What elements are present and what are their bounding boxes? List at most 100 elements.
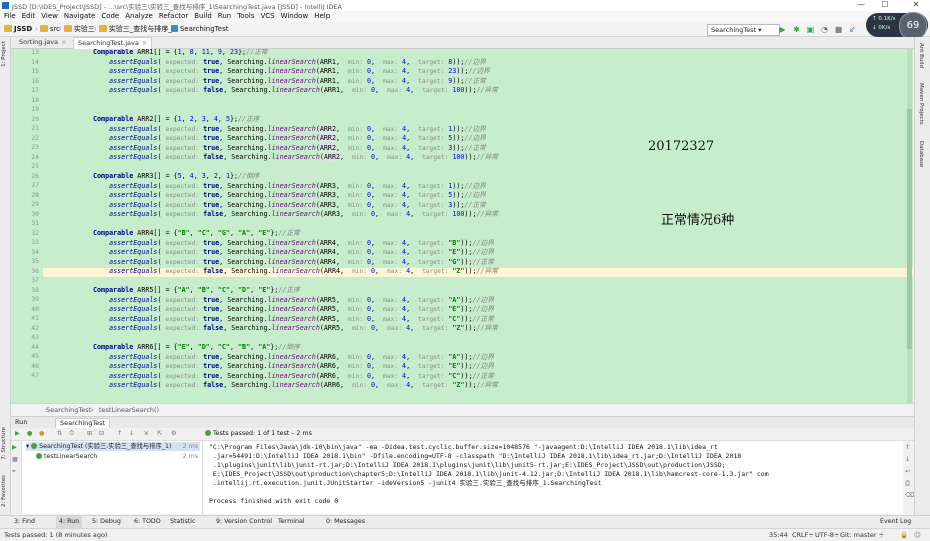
caret-position[interactable]: 35:44 bbox=[769, 529, 788, 541]
scrollbar-thumb[interactable] bbox=[907, 109, 912, 349]
expand-all-icon[interactable]: ⊞ bbox=[87, 429, 92, 438]
maximize-button[interactable]: ☐ bbox=[874, 0, 896, 11]
soft-wrap-icon[interactable]: ↩ bbox=[905, 467, 910, 476]
menu-vcs[interactable]: VCS bbox=[257, 11, 277, 22]
line-number: 45 bbox=[31, 352, 39, 360]
code-line: Comparable ARR3[] = {5, 4, 3, 2, 1};//倒序 bbox=[93, 172, 260, 180]
run-icon[interactable]: ▶ bbox=[778, 25, 787, 34]
tool-tab-messages[interactable]: 0: Messages bbox=[326, 516, 365, 528]
breadcrumb-class[interactable]: SearchingTest bbox=[46, 405, 91, 415]
run-configuration-select[interactable]: SearchingTest ▾ bbox=[707, 24, 780, 36]
sort-duration-icon[interactable]: ⏱ bbox=[69, 429, 74, 438]
passed-icon bbox=[31, 442, 38, 449]
import-icon[interactable]: ⇱ bbox=[157, 429, 162, 438]
previous-failed-icon[interactable]: ↑ bbox=[117, 429, 122, 438]
scroll-up-icon[interactable]: ↑ bbox=[905, 443, 910, 452]
maven-projects-tool-tab[interactable]: Maven Projects bbox=[918, 83, 924, 125]
code-editor[interactable]: 13 14 15 16 17 18 19 20 21 22 23 24 25 26 27 28 29 30 31 32… bbox=[11, 49, 913, 403]
menu-window[interactable]: Window bbox=[278, 11, 312, 22]
stop-side-icon[interactable]: ■ bbox=[12, 455, 18, 464]
profile-icon[interactable]: ◔ bbox=[820, 25, 829, 34]
menu-code[interactable]: Code bbox=[98, 11, 122, 22]
tree-item-searchingtest[interactable]: ▾ SearchingTest (实验三.实验三_查找与排序_1) 2 ms bbox=[26, 442, 200, 451]
menu-tools[interactable]: Tools bbox=[234, 11, 257, 22]
run-side-toolbar: ▶ ■ ⌖ bbox=[11, 441, 22, 514]
code-line: Comparable ARR5[] = {"A", "B", "C", "D",… bbox=[93, 286, 300, 294]
line-number: 16 bbox=[31, 76, 39, 85]
stop-icon[interactable]: ■ bbox=[834, 25, 843, 34]
tree-item-testlinearsearch[interactable]: testLinearSearch 2 ms bbox=[36, 452, 200, 461]
crumb-project[interactable]: JSSD bbox=[4, 24, 32, 34]
lock-icon[interactable]: 🔒 bbox=[900, 529, 908, 541]
minimize-button[interactable]: — bbox=[850, 0, 872, 11]
inspector-icon[interactable]: ☺ bbox=[914, 529, 921, 541]
rerun-side-icon[interactable]: ▶ bbox=[12, 443, 17, 452]
tool-tab-debug[interactable]: 5: Debug bbox=[92, 516, 121, 528]
sort-alpha-icon[interactable]: ⇅ bbox=[57, 429, 62, 438]
ant-build-tool-tab[interactable]: Ant Build bbox=[918, 43, 924, 68]
show-ignored-icon[interactable]: ● bbox=[39, 429, 45, 438]
menu-navigate[interactable]: Navigate bbox=[61, 11, 98, 22]
menu-help[interactable]: Help bbox=[311, 11, 333, 22]
menu-view[interactable]: View bbox=[38, 11, 61, 22]
tool-tab-event-log[interactable]: Event Log bbox=[880, 516, 911, 528]
export-icon[interactable]: ⇲ bbox=[143, 429, 148, 438]
git-branch[interactable]: Git: master ÷ bbox=[840, 529, 884, 541]
code-line: assertEquals( expected: false, Searching… bbox=[109, 153, 498, 161]
rerun-icon[interactable]: ▶ bbox=[15, 429, 20, 438]
line-separator[interactable]: CRLF÷ bbox=[792, 529, 814, 541]
console-side-toolbar: ↑ ↓ ↩ ⎙ ⌫ bbox=[903, 441, 914, 514]
run-console[interactable]: "C:\Program Files\Java\jdk-10\bin\java" … bbox=[203, 441, 903, 514]
tab-sorting-java[interactable]: Sorting.java × bbox=[15, 37, 71, 48]
pin-icon[interactable]: ⌖ bbox=[12, 467, 16, 476]
code-line: assertEquals( expected: true, Searching.… bbox=[109, 248, 494, 256]
menu-analyze[interactable]: Analyze bbox=[122, 11, 156, 22]
database-tool-tab[interactable]: Database bbox=[918, 141, 924, 167]
vcs-update-icon[interactable]: ⇙ bbox=[848, 25, 857, 34]
run-toolbar: ▶ ● ● ⇅ ⏱ ⊞ ⊟ ↑ ↓ ⇲ ⇱ ⚙ Tests passed: 1 … bbox=[11, 428, 914, 441]
crumb-package-1[interactable]: › 实验三 bbox=[57, 24, 95, 34]
structure-tool-tab[interactable]: 7: Structure bbox=[1, 427, 7, 460]
close-tab-icon[interactable]: × bbox=[142, 39, 147, 47]
scroll-down-icon[interactable]: ↓ bbox=[905, 455, 910, 464]
download-rate: ↓ 0K/s bbox=[872, 25, 891, 31]
menu-build[interactable]: Build bbox=[191, 11, 215, 22]
code-line: assertEquals( expected: true, Searching.… bbox=[109, 238, 494, 247]
line-number: 24 bbox=[31, 152, 39, 161]
menu-refactor[interactable]: Refactor bbox=[156, 11, 191, 22]
crumb-file[interactable]: › SearchingTest bbox=[164, 24, 228, 34]
menu-edit[interactable]: Edit bbox=[19, 11, 39, 22]
line-number: 13 bbox=[31, 49, 39, 56]
collapse-all-icon[interactable]: ⊟ bbox=[99, 429, 104, 438]
show-passed-icon[interactable]: ● bbox=[27, 429, 33, 438]
menu-run[interactable]: Run bbox=[215, 11, 234, 22]
close-button[interactable]: ✕ bbox=[905, 0, 927, 11]
clear-icon[interactable]: ⌫ bbox=[905, 491, 914, 500]
breadcrumb-method[interactable]: testLinearSearch() bbox=[99, 405, 159, 415]
settings-icon[interactable]: ⚙ bbox=[171, 429, 177, 438]
favorites-tool-tab[interactable]: 2: Favorites bbox=[1, 475, 7, 507]
crumb-src[interactable]: › src bbox=[33, 24, 60, 34]
next-failed-icon[interactable]: ↓ bbox=[129, 429, 134, 438]
tool-tab-todo[interactable]: 6: TODO bbox=[134, 516, 161, 528]
tab-searchingtest-java[interactable]: SearchingTest.java × bbox=[73, 37, 153, 49]
project-tool-tab[interactable]: 1: Project bbox=[1, 41, 7, 67]
code-line: Comparable ARR2[] = {1, 2, 3, 4, 5};//正序 bbox=[93, 115, 260, 123]
editor-scrollbar[interactable] bbox=[907, 49, 912, 403]
code-line: assertEquals( expected: false, Searching… bbox=[109, 267, 498, 275]
tool-tab-run[interactable]: 4: Run bbox=[56, 516, 83, 528]
code-line: Comparable ARR1[] = {1, 8, 11, 9, 23};//… bbox=[93, 49, 268, 56]
coverage-icon[interactable]: ▣ bbox=[806, 25, 815, 34]
tool-tab-version-control[interactable]: 9: Version Control bbox=[216, 516, 272, 528]
tool-tab-find[interactable]: 3: Find bbox=[14, 516, 35, 528]
close-tab-icon[interactable]: × bbox=[61, 38, 66, 46]
code-line: assertEquals( expected: true, Searching.… bbox=[109, 295, 494, 304]
line-number: 19 bbox=[31, 105, 39, 113]
tool-tab-statistic[interactable]: Statistic bbox=[170, 516, 196, 528]
tool-tab-terminal[interactable]: Terminal bbox=[278, 516, 305, 528]
menu-file[interactable]: File bbox=[0, 11, 19, 22]
debug-icon[interactable]: ✱ bbox=[792, 25, 801, 34]
print-icon[interactable]: ⎙ bbox=[905, 479, 910, 488]
code-line: assertEquals( expected: true, Searching.… bbox=[109, 257, 494, 266]
file-encoding[interactable]: UTF-8÷ bbox=[815, 529, 839, 541]
